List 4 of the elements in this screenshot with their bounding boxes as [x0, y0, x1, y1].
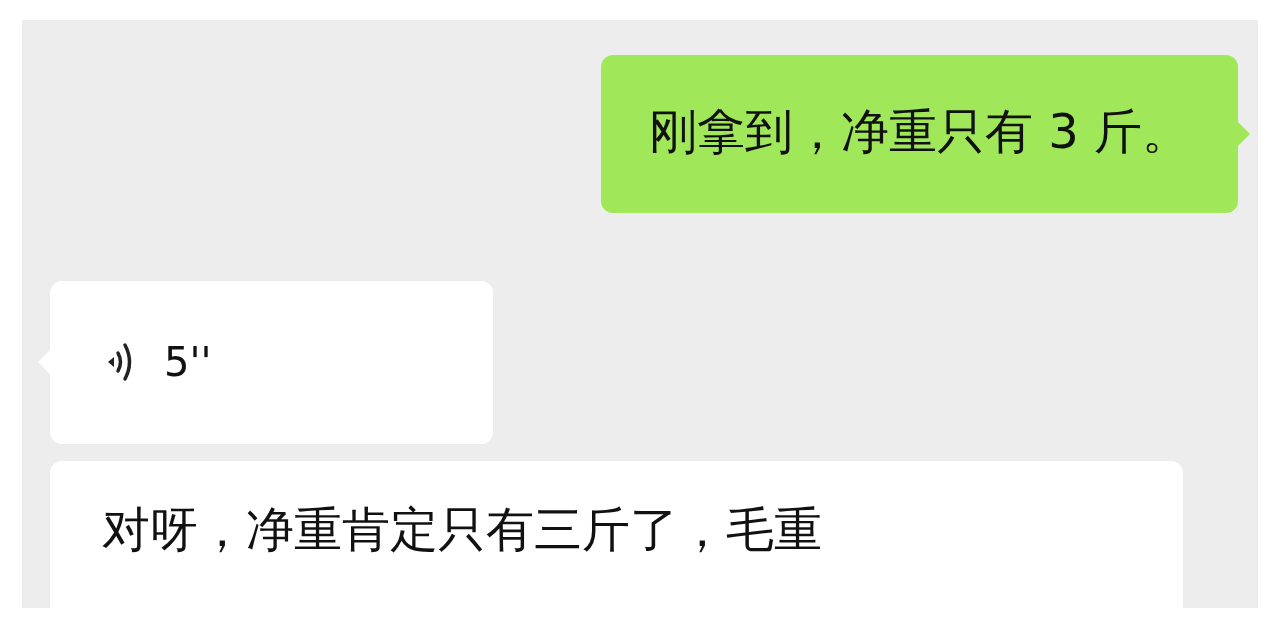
message-text: 对呀，净重肯定只有三斤了，毛重	[102, 500, 822, 557]
message-text: 刚拿到，净重只有 3 斤。	[648, 103, 1190, 159]
voice-duration: 5''	[164, 338, 212, 387]
voice-message[interactable]: 5''	[50, 280, 493, 444]
